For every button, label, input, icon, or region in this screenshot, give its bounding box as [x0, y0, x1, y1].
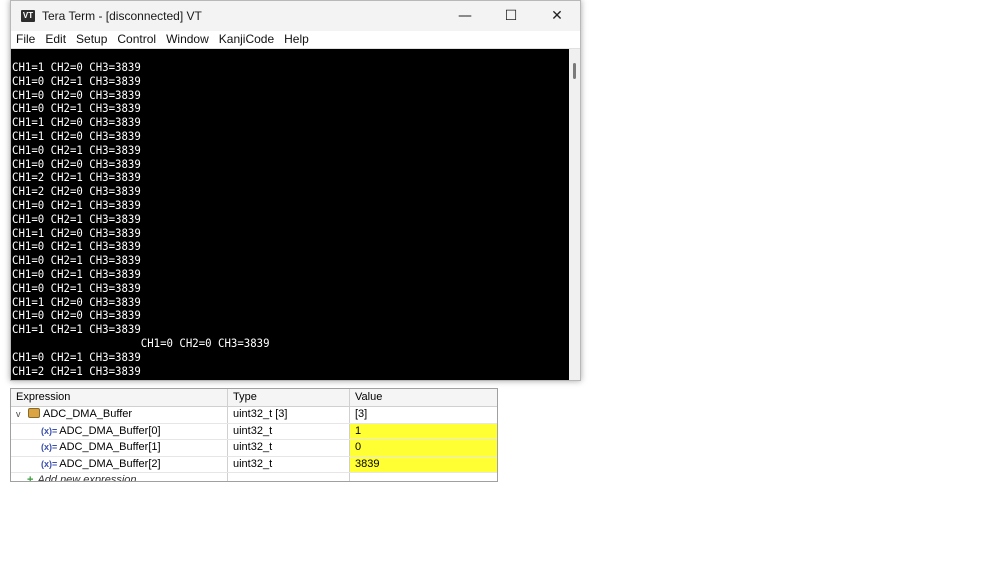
variable-icon: (x)=: [41, 425, 58, 436]
terminal-line: CH1=1 CH2=0 CH3=3839: [12, 225, 141, 240]
child-expression-cell: (x)= ADC_DMA_Buffer[1]: [11, 440, 228, 456]
expression-row-root[interactable]: v ADC_DMA_Buffer uint32_t [3] [3]: [11, 407, 497, 424]
terminal-line: CH1=1 CH2=0 CH3=3839: [12, 60, 141, 74]
menu-edit[interactable]: Edit: [40, 31, 71, 48]
menu-control[interactable]: Control: [112, 31, 161, 48]
vertical-scrollbar[interactable]: [569, 49, 580, 380]
terminal-line: CH1=2 CH2=1 CH3=3839: [12, 170, 141, 185]
empty-cell: [228, 473, 350, 481]
menu-window[interactable]: Window: [161, 31, 214, 48]
child-name: ADC_DMA_Buffer[0]: [59, 424, 161, 437]
menu-bar: File Edit Setup Control Window KanjiCode…: [11, 31, 580, 49]
menu-setup[interactable]: Setup: [71, 31, 112, 48]
variable-icon: (x)=: [41, 442, 58, 452]
terminal-line: CH1=0 CH2=1 CH3=3839: [12, 349, 141, 364]
expressions-panel: Expression Type Value v ADC_DMA_Buffer ui…: [10, 388, 498, 482]
terminal-line: CH1=0 CH2=1 CH3=3839: [12, 253, 141, 268]
expression-row-0[interactable]: (x)= ADC_DMA_Buffer[0] uint32_t 1: [11, 423, 497, 440]
terminal-line: CH1=0 CH2=1 CH3=3839: [12, 142, 141, 157]
tera-term-window: VT Tera Term - [disconnected] VT — ☐ ✕ F…: [10, 0, 581, 381]
child-value[interactable]: 0: [350, 440, 497, 456]
terminal-line: CH1=0 CH2=0 CH3=3839: [12, 156, 141, 171]
expression-row-1[interactable]: (x)= ADC_DMA_Buffer[1] uint32_t 0: [11, 440, 497, 457]
terminal-line: CH1=0 CH2=1 CH3=3839: [12, 280, 141, 295]
maximize-button[interactable]: ☐: [488, 1, 534, 31]
terminal-line: CH1=0 CH2=0 CH3=3839: [12, 336, 270, 350]
header-type[interactable]: Type: [228, 389, 350, 406]
title-bar[interactable]: VT Tera Term - [disconnected] VT — ☐ ✕: [11, 1, 580, 31]
header-expression[interactable]: Expression: [11, 389, 228, 406]
terminal-line: CH1=0 CH2=1 CH3=3839: [12, 198, 141, 212]
child-expression-cell: (x)= ADC_DMA_Buffer[0]: [11, 423, 228, 439]
root-type: uint32_t [3]: [228, 407, 350, 423]
root-value[interactable]: [3]: [350, 407, 497, 423]
child-value[interactable]: 3839: [350, 456, 497, 472]
add-icon[interactable]: +: [27, 474, 33, 481]
child-type: uint32_t: [228, 440, 350, 456]
maximize-icon: ☐: [504, 8, 518, 24]
child-type: uint32_t: [228, 423, 350, 439]
expression-row-2[interactable]: (x)= ADC_DMA_Buffer[2] uint32_t 3839: [11, 456, 497, 473]
root-name: ADC_DMA_Buffer: [43, 408, 133, 420]
terminal-line: CH1=0 CH2=1 CH3=3839: [12, 73, 141, 88]
add-expression-label[interactable]: Add new expression: [37, 474, 136, 481]
chevron-down-icon[interactable]: v: [16, 407, 28, 422]
header-value[interactable]: Value: [350, 389, 497, 406]
minimize-button[interactable]: —: [442, 1, 488, 31]
root-expression-cell: v ADC_DMA_Buffer: [11, 407, 228, 423]
terminal-line: CH1=0 CH2=1 CH3=3839: [12, 267, 141, 281]
minimize-icon: —: [458, 8, 472, 24]
child-name: ADC_DMA_Buffer[1]: [59, 441, 161, 453]
variable-icon: (x)=: [41, 458, 58, 469]
terminal-line: CH1=2 CH2=0 CH3=3839: [12, 184, 141, 199]
terminal-line: CH1=0 CH2=1 CH3=3839: [12, 239, 141, 254]
add-expression-row[interactable]: + Add new expression: [11, 473, 497, 481]
terminal-screen[interactable]: CH1=1 CH2=0 CH3=3839 CH1=0 CH2=1 CH3=3839…: [11, 49, 569, 380]
tera-term-app-icon[interactable]: VT: [21, 10, 35, 22]
terminal-line: CH1=0 CH2=1 CH3=3839: [12, 211, 141, 226]
scrollbar-thumb[interactable]: [573, 63, 576, 79]
terminal-area: CH1=1 CH2=0 CH3=3839 CH1=0 CH2=1 CH3=3839…: [11, 49, 580, 380]
window-title: Tera Term - [disconnected] VT: [42, 9, 202, 23]
child-expression-cell: (x)= ADC_DMA_Buffer[2]: [11, 456, 228, 472]
close-button[interactable]: ✕: [534, 1, 580, 31]
child-type: uint32_t: [228, 456, 350, 472]
menu-file[interactable]: File: [11, 31, 40, 48]
child-name: ADC_DMA_Buffer[2]: [59, 457, 161, 470]
menu-help[interactable]: Help: [279, 31, 314, 48]
struct-icon: [28, 408, 40, 418]
terminal-line: CH1=0 CH2=0 CH3=3839: [12, 308, 141, 323]
terminal-line: CH1=1 CH2=0 CH3=3839: [12, 115, 141, 130]
add-expression-cell: + Add new expression: [11, 473, 228, 481]
menu-kanjicode[interactable]: KanjiCode: [214, 31, 279, 48]
child-value[interactable]: 1: [350, 423, 497, 439]
close-icon: ✕: [551, 8, 563, 24]
terminal-line: CH1=0 CH2=0 CH3=3839: [12, 87, 141, 102]
empty-cell: [350, 473, 497, 481]
expressions-header: Expression Type Value: [11, 389, 497, 407]
terminal-line: CH1=1 CH2=0 CH3=3839: [12, 294, 141, 309]
terminal-line: CH1=1 CH2=1 CH3=3839: [12, 322, 141, 337]
terminal-line: CH1=0 CH2=1 CH3=3839: [12, 101, 141, 116]
terminal-line: CH1=1 CH2=0 CH3=3839: [12, 129, 141, 143]
terminal-line: CH1=2 CH2=1 CH3=3839: [12, 363, 141, 378]
